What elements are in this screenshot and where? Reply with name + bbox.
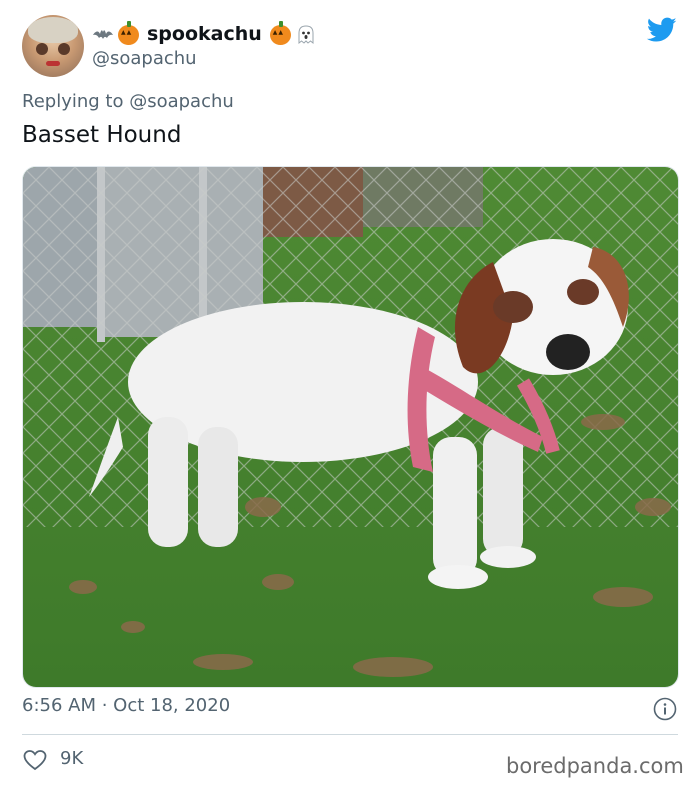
author-handle[interactable]: @soapachu	[92, 48, 197, 69]
replying-to-line[interactable]: Replying to @soapachu	[22, 91, 234, 112]
author-name-row[interactable]: spookachu	[92, 20, 317, 48]
tweet-photo[interactable]	[22, 166, 679, 688]
tweet-timestamp[interactable]: 6:56 AM · Oct 18, 2020	[22, 695, 230, 716]
like-count[interactable]: 9K	[60, 748, 83, 769]
avatar-left-eye	[36, 43, 48, 55]
pumpkin-icon	[269, 21, 291, 45]
avatar-mouth	[46, 61, 60, 66]
display-name[interactable]: spookachu	[147, 23, 262, 45]
avatar-right-eye	[58, 43, 70, 55]
heart-icon[interactable]	[22, 748, 48, 772]
bat-icon	[92, 23, 114, 45]
watermark: boredpanda.com	[506, 754, 684, 778]
avatar-hair	[28, 17, 78, 43]
twitter-bird-icon[interactable]	[647, 17, 677, 43]
divider	[22, 734, 678, 735]
pumpkin-icon	[118, 21, 139, 45]
tweet-text: Basset Hound	[22, 122, 182, 148]
info-icon[interactable]	[653, 697, 677, 721]
ghost-icon	[295, 23, 317, 45]
dog-photo-illustration	[23, 167, 678, 687]
avatar[interactable]	[22, 15, 84, 77]
